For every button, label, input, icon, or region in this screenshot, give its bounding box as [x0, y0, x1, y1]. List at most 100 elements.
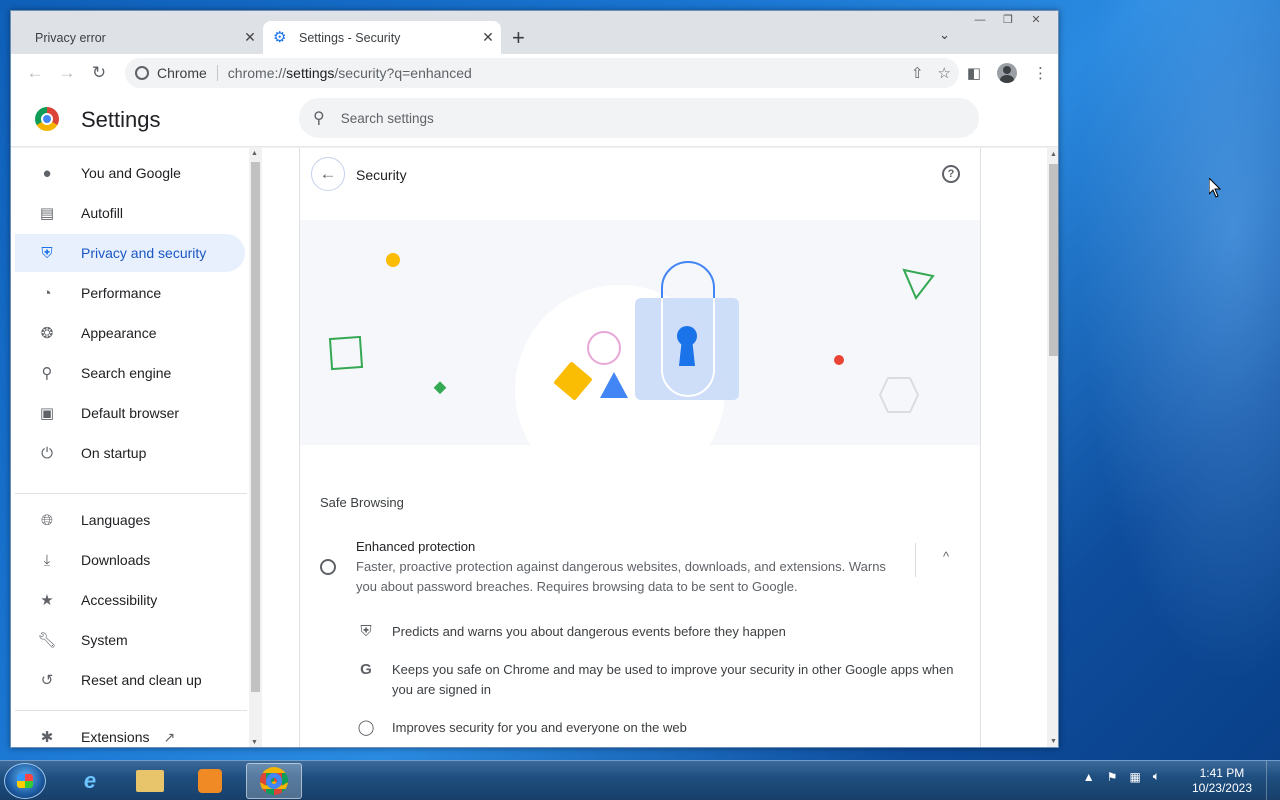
- sidebar-item-label: Extensions: [81, 729, 150, 745]
- google-g-icon: G: [360, 661, 372, 678]
- clock-date: 10/23/2023: [1191, 781, 1252, 795]
- windows-taskbar: e ▲ ⚑ ▦ 🔈︎ 1:41 PM 10/23/2023: [0, 760, 1280, 800]
- minimize-button[interactable]: —: [968, 11, 992, 28]
- star-bookmark-icon[interactable]: ☆: [938, 64, 951, 82]
- search-icon: ⚲: [313, 110, 325, 127]
- list-item: ⛨ Predicts and warns you about dangerous…: [356, 622, 962, 642]
- sidebar-item-on-startup[interactable]: ⏻ On startup: [15, 434, 245, 472]
- wrench-icon: 🔧︎: [37, 632, 57, 649]
- sidebar-item-autofill[interactable]: ▤ Autofill: [15, 194, 245, 232]
- share-icon[interactable]: ⇧: [911, 64, 924, 82]
- sidebar-divider: [15, 710, 247, 711]
- scroll-down-icon[interactable]: ▼: [251, 739, 258, 746]
- site-info-chip[interactable]: Chrome: [125, 65, 207, 81]
- sidebar-item-search-engine[interactable]: ⚲ Search engine: [15, 354, 245, 392]
- sidebar-item-label: Reset and clean up: [81, 672, 202, 688]
- omnibox-actions: ⇧ ☆: [911, 64, 951, 82]
- scrollbar-thumb[interactable]: [251, 162, 260, 692]
- sidebar-item-privacy-and-security[interactable]: ⛨ Privacy and security: [15, 234, 245, 272]
- palette-icon: ❂: [40, 325, 54, 342]
- scroll-up-icon[interactable]: ▲: [251, 150, 258, 157]
- tab-settings-security[interactable]: ⚙ Settings - Security ✕: [263, 21, 501, 54]
- help-icon[interactable]: ?: [942, 165, 960, 183]
- bullet-text: Keeps you safe on Chrome and may be used…: [392, 662, 954, 697]
- settings-header: Settings ⚲ Search settings: [11, 91, 1058, 147]
- url-path: /security?q=enhanced: [334, 65, 472, 81]
- speedometer-icon: ◔: [42, 284, 52, 302]
- url-text: chrome://settings/security?q=enhanced: [228, 65, 472, 81]
- sidebar-item-languages[interactable]: 🌐︎ Languages: [15, 501, 245, 539]
- reload-icon[interactable]: ↻: [83, 63, 115, 83]
- url-host: settings: [286, 65, 335, 81]
- url-scheme: chrome://: [227, 65, 287, 81]
- search-settings-input[interactable]: ⚲ Search settings: [299, 98, 979, 138]
- globe-icon: 🌐︎: [40, 511, 53, 529]
- section-title: Safe Browsing: [320, 495, 404, 510]
- show-desktop-button[interactable]: [1266, 761, 1280, 800]
- back-button[interactable]: ←: [311, 157, 345, 191]
- tab-privacy-error[interactable]: Privacy error ✕: [23, 21, 263, 54]
- chrome-icon: [135, 66, 149, 80]
- network-icon[interactable]: ▦: [1129, 770, 1140, 784]
- sidebar-scrollbar[interactable]: ▲ ▼: [249, 148, 262, 747]
- start-button[interactable]: [4, 763, 46, 799]
- search-placeholder: Search settings: [340, 110, 434, 126]
- search-icon: ⚲: [41, 365, 53, 382]
- chrome-window: — ❐ ✕ Privacy error ✕ ⚙ Settings - Secur…: [10, 10, 1059, 748]
- power-icon: ⏻: [41, 444, 53, 462]
- sidebar-item-extensions[interactable]: ✱ Extensions ↗: [15, 718, 245, 747]
- restore-button[interactable]: ❐: [996, 11, 1020, 28]
- address-bar[interactable]: Chrome chrome://settings/security?q=enha…: [125, 58, 959, 88]
- system-tray: ▲ ⚑ ▦ 🔈︎: [1083, 769, 1160, 784]
- puzzle-icon: ✱: [40, 729, 54, 746]
- side-panel-icon[interactable]: ◧: [967, 64, 981, 82]
- accessibility-icon: ★: [40, 592, 54, 609]
- scrollbar-thumb[interactable]: [1049, 164, 1058, 356]
- sidebar-item-label: You and Google: [81, 165, 181, 181]
- action-center-flag-icon[interactable]: ⚑: [1107, 770, 1118, 784]
- tab-search-chevron-icon[interactable]: ⌄: [939, 27, 950, 43]
- sidebar-item-label: System: [81, 632, 128, 648]
- sidebar-item-label: Languages: [81, 512, 151, 528]
- option-divider: [915, 543, 916, 577]
- taskbar-clock[interactable]: 1:41 PM 10/23/2023: [1192, 766, 1252, 796]
- profile-avatar-icon[interactable]: [997, 63, 1017, 83]
- show-hidden-icons-icon[interactable]: ▲: [1083, 770, 1095, 784]
- sidebar-item-downloads[interactable]: ⤓ Downloads: [15, 541, 245, 579]
- collapse-chevron-icon[interactable]: ^: [943, 549, 949, 564]
- close-tab-icon[interactable]: ✕: [237, 29, 263, 46]
- sidebar-item-label: Downloads: [81, 552, 151, 568]
- media-player-icon[interactable]: [182, 763, 238, 799]
- sidebar-item-label: On startup: [81, 445, 147, 461]
- sidebar-item-reset-and-clean-up[interactable]: ↺ Reset and clean up: [15, 661, 245, 699]
- sidebar-item-label: Accessibility: [81, 592, 158, 608]
- sidebar-item-label: Default browser: [81, 405, 180, 421]
- enhanced-protection-radio[interactable]: [320, 559, 336, 575]
- chrome-taskbar-icon[interactable]: [246, 763, 302, 799]
- internet-explorer-icon[interactable]: e: [62, 763, 118, 799]
- scroll-up-icon[interactable]: ▲: [1050, 151, 1057, 158]
- sidebar-item-you-and-google[interactable]: ● You and Google: [15, 154, 245, 192]
- file-explorer-icon[interactable]: [122, 763, 178, 799]
- main-scrollbar[interactable]: ▲ ▼: [1047, 148, 1058, 747]
- volume-muted-icon[interactable]: 🔈︎: [1153, 769, 1160, 784]
- sidebar-divider: [15, 493, 247, 494]
- forward-arrow-icon[interactable]: →: [51, 63, 83, 83]
- close-window-button[interactable]: ✕: [1024, 11, 1048, 28]
- sidebar-item-system[interactable]: 🔧︎ System: [15, 621, 245, 659]
- new-tab-button[interactable]: +: [512, 25, 525, 51]
- sidebar-item-performance[interactable]: ◔ Performance: [15, 274, 245, 312]
- sidebar-item-accessibility[interactable]: ★ Accessibility: [15, 581, 245, 619]
- more-menu-icon[interactable]: ⋮: [1033, 64, 1048, 82]
- sidebar-item-appearance[interactable]: ❂ Appearance: [15, 314, 245, 352]
- window-controls: — ❐ ✕: [968, 11, 1048, 28]
- page-title: Settings: [81, 107, 161, 132]
- sidebar-item-label: Search engine: [81, 365, 172, 381]
- close-tab-icon[interactable]: ✕: [475, 29, 501, 46]
- scroll-down-icon[interactable]: ▼: [1050, 738, 1057, 745]
- omnibox-chip-label: Chrome: [157, 65, 207, 81]
- security-card: ← Security ? Safe Browsing Enhanced prot…: [299, 148, 981, 747]
- back-arrow-icon[interactable]: ←: [19, 63, 51, 83]
- sidebar-item-default-browser[interactable]: ▣ Default browser: [15, 394, 245, 432]
- lock-illustration-icon: [328, 253, 935, 495]
